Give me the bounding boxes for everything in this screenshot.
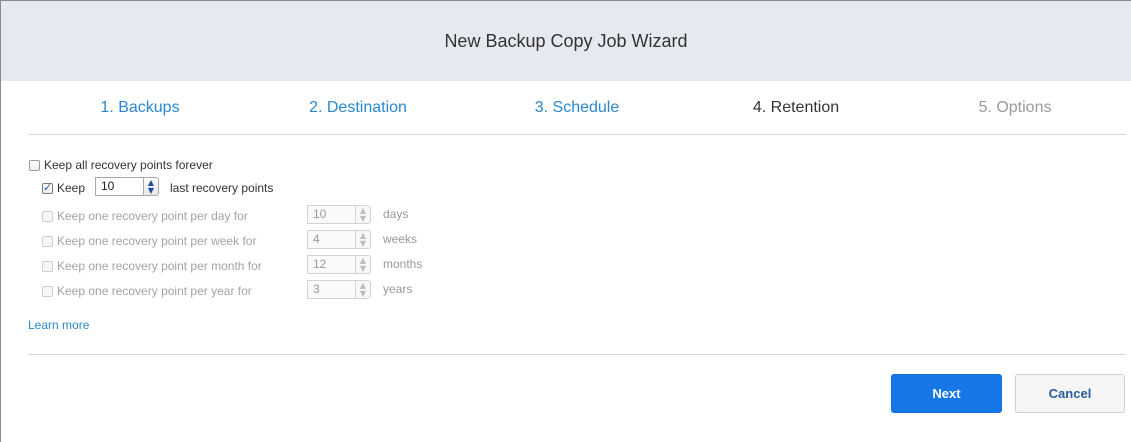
per-week-row: Keep one recovery point per week for: [42, 234, 256, 248]
chevron-down-icon[interactable]: ▼: [358, 215, 368, 223]
wizard-title: New Backup Copy Job Wizard: [444, 30, 688, 51]
step-destination[interactable]: 2. Destination: [309, 99, 407, 117]
wizard-header: New Backup Copy Job Wizard: [1, 1, 1131, 81]
keep-last-stepper[interactable]: 10 ▲ ▼: [95, 177, 159, 196]
per-month-value[interactable]: 12: [307, 255, 356, 274]
keep-forever-row: Keep all recovery points forever: [29, 158, 213, 172]
learn-more-link[interactable]: Learn more: [28, 318, 89, 332]
keep-forever-checkbox[interactable]: [29, 159, 40, 171]
footer-divider: [28, 354, 1126, 355]
per-day-label: Keep one recovery point per day for: [57, 209, 248, 223]
per-year-value[interactable]: 3: [307, 280, 356, 299]
per-day-row: Keep one recovery point per day for: [42, 209, 248, 223]
keep-last-value[interactable]: 10: [95, 177, 144, 196]
keep-forever-label: Keep all recovery points forever: [44, 158, 213, 172]
keep-last-prefix: Keep: [57, 181, 86, 195]
per-day-value[interactable]: 10: [307, 205, 356, 224]
per-day-stepper[interactable]: 10 ▲ ▼: [307, 205, 371, 224]
per-month-stepper[interactable]: 12 ▲ ▼: [307, 255, 371, 274]
wizard-steps: 1. Backups 2. Destination 3. Schedule 4.…: [1, 81, 1131, 135]
per-month-row: Keep one recovery point per month for: [42, 259, 262, 273]
per-month-checkbox[interactable]: [42, 260, 53, 272]
step-retention: 4. Retention: [752, 99, 840, 116]
per-month-label: Keep one recovery point per month for: [57, 259, 262, 273]
per-year-checkbox[interactable]: [42, 285, 53, 297]
per-week-unit: weeks: [383, 232, 418, 246]
step-backups[interactable]: 1. Backups: [100, 99, 179, 117]
per-week-checkbox[interactable]: [42, 235, 53, 247]
per-day-unit: days: [383, 207, 409, 221]
next-button[interactable]: Next: [891, 374, 1002, 413]
per-year-stepper[interactable]: 3 ▲ ▼: [307, 280, 371, 299]
chevron-down-icon[interactable]: ▼: [358, 240, 368, 248]
per-week-stepper[interactable]: 4 ▲ ▼: [307, 230, 371, 249]
step-options: 5. Options: [978, 99, 1052, 116]
steps-divider: [28, 134, 1126, 135]
per-year-unit: years: [383, 282, 413, 296]
keep-last-spin-buttons[interactable]: ▲ ▼: [144, 177, 159, 196]
chevron-down-icon[interactable]: ▼: [146, 187, 156, 195]
keep-last-suffix: last recovery points: [170, 181, 274, 195]
keep-last-row: Keep: [42, 181, 85, 195]
chevron-down-icon[interactable]: ▼: [358, 290, 368, 298]
cancel-button[interactable]: Cancel: [1015, 374, 1125, 413]
per-week-value[interactable]: 4: [307, 230, 356, 249]
per-year-spin-buttons[interactable]: ▲ ▼: [356, 280, 371, 299]
chevron-down-icon[interactable]: ▼: [358, 265, 368, 273]
per-year-row: Keep one recovery point per year for: [42, 284, 252, 298]
per-day-spin-buttons[interactable]: ▲ ▼: [356, 205, 371, 224]
step-schedule[interactable]: 3. Schedule: [535, 99, 620, 117]
per-day-checkbox[interactable]: [42, 210, 53, 222]
per-month-spin-buttons[interactable]: ▲ ▼: [356, 255, 371, 274]
per-week-label: Keep one recovery point per week for: [57, 234, 257, 248]
per-month-unit: months: [383, 257, 423, 271]
keep-last-checkbox[interactable]: [42, 181, 53, 194]
per-week-spin-buttons[interactable]: ▲ ▼: [356, 230, 371, 249]
per-year-label: Keep one recovery point per year for: [57, 284, 252, 298]
